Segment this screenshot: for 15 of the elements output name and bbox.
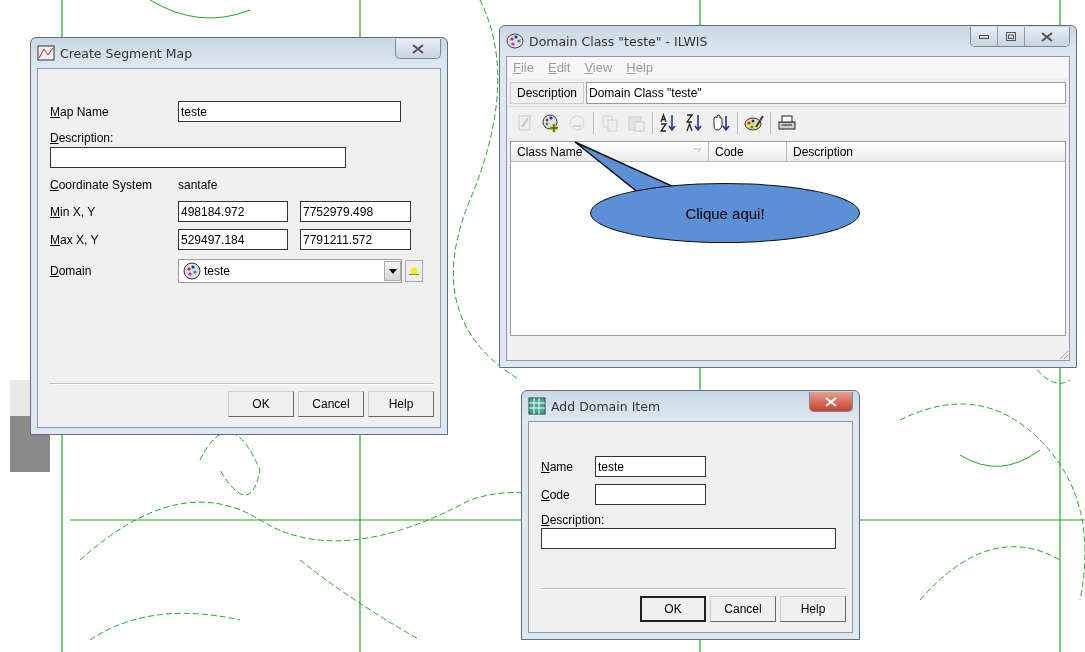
field-label: Domain (50, 264, 93, 278)
field-label: Description (510, 82, 585, 104)
field-label: Description: (50, 131, 115, 145)
field-label: Name (541, 459, 574, 474)
field-label: Min X, Y (50, 204, 97, 219)
field-label: Max X, Y (50, 232, 100, 247)
field-label: Description: (541, 513, 606, 527)
window-title: Create Segment Map (60, 45, 193, 61)
field-label: Code (541, 487, 571, 502)
field-label: Coordinate System (50, 178, 154, 192)
coordinate-system-value: santafe (178, 178, 218, 192)
window-title: Add Domain Item (551, 398, 661, 414)
field-label: Map Name (50, 104, 110, 119)
window-title: Domain Class "teste" - ILWIS (529, 33, 708, 49)
domain-value: teste (204, 264, 231, 278)
